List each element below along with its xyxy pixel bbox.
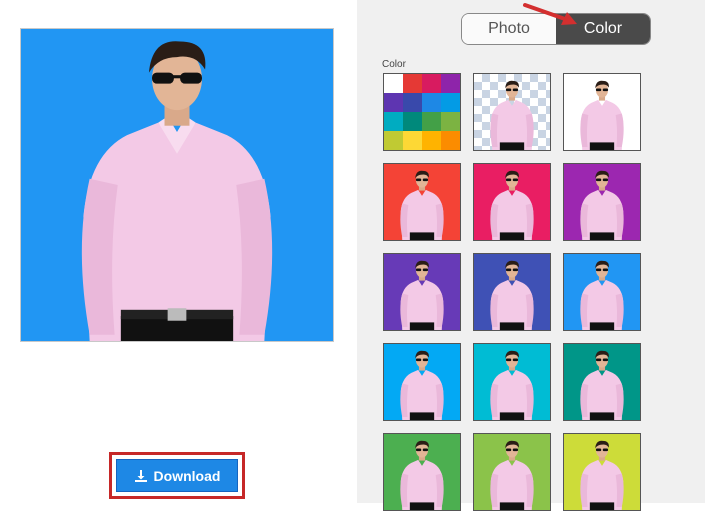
palette-color-chip[interactable] [384,93,403,112]
palette-color-chip[interactable] [422,93,441,112]
background-swatch[interactable] [383,253,461,331]
background-swatch[interactable] [563,253,641,331]
background-swatch[interactable] [383,343,461,421]
background-swatch[interactable] [383,163,461,241]
background-swatch[interactable] [563,163,641,241]
swatch-person-thumbnail [400,350,444,420]
palette-color-chip[interactable] [384,74,403,93]
download-button[interactable]: Download [116,459,238,492]
palette-color-chip[interactable] [422,131,441,150]
background-swatch[interactable] [563,343,641,421]
palette-color-chip[interactable] [403,74,422,93]
background-swatch[interactable] [383,433,461,511]
swatch-person-thumbnail [490,170,534,240]
swatch-person-thumbnail [400,170,444,240]
palette-color-chip[interactable] [441,131,460,150]
annotation-arrow-icon [523,3,577,25]
swatch-person-thumbnail [490,440,534,510]
background-swatch[interactable] [473,163,551,241]
palette-color-chip[interactable] [422,74,441,93]
download-icon [134,469,147,482]
download-highlight-frame: Download [109,452,245,499]
palette-color-chip[interactable] [403,131,422,150]
download-label: Download [153,467,221,484]
result-preview-image [20,28,334,342]
swatch-person-thumbnail [580,440,624,510]
preview-pane: Download [0,0,357,503]
background-swatch[interactable] [563,73,641,151]
swatch-person-thumbnail [400,260,444,330]
palette-color-chip[interactable] [384,112,403,131]
swatch-person-thumbnail [580,260,624,330]
palette-color-chip[interactable] [403,93,422,112]
swatch-person-thumbnail [580,80,624,150]
palette-color-chip[interactable] [384,131,403,150]
palette-color-chip[interactable] [403,112,422,131]
palette-color-chip[interactable] [441,112,460,131]
swatch-transparent[interactable] [473,73,551,151]
swatch-person-thumbnail [580,350,624,420]
background-swatch[interactable] [473,433,551,511]
palette-color-chip[interactable] [422,112,441,131]
custom-color-palette[interactable] [383,73,461,151]
person-figure [81,41,273,341]
background-swatch[interactable] [473,343,551,421]
swatch-person-thumbnail [490,80,534,150]
background-swatch[interactable] [563,433,641,511]
swatch-person-thumbnail [580,170,624,240]
section-label-color: Color [382,59,406,70]
swatch-person-thumbnail [490,260,534,330]
palette-color-chip[interactable] [441,74,460,93]
swatch-person-thumbnail [490,350,534,420]
swatch-person-thumbnail [400,440,444,510]
background-swatch[interactable] [473,253,551,331]
palette-color-chip[interactable] [441,93,460,112]
